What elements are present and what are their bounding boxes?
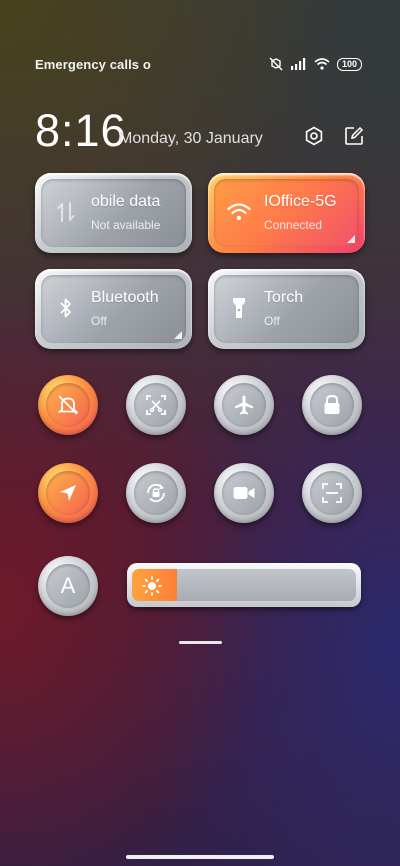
vibrate-off-icon [269,57,283,71]
tile-title: Bluetooth [91,289,159,306]
torch-icon [226,295,252,321]
video-camera-icon [233,487,255,499]
brightness-slider[interactable] [127,563,361,607]
tile-title: obile data [91,193,161,210]
bluetooth-icon [53,295,79,321]
tile-torch[interactable]: Torch Off [208,269,365,349]
wifi-status-icon [314,58,330,70]
toggle-location[interactable] [38,463,98,523]
clock-time: 8:16 [35,105,127,156]
home-indicator[interactable] [126,855,274,859]
panel-drag-handle[interactable] [179,641,222,644]
carrier-text: Emergency calls o [35,56,151,72]
tile-wifi[interactable]: IOffice-5G Connected [208,173,365,253]
airplane-icon [235,395,253,415]
location-icon [60,485,76,501]
sun-icon [142,576,162,596]
tile-title: IOffice-5G [264,193,337,210]
settings-hexagon-icon [305,126,323,146]
toggle-lock-screen[interactable] [302,375,362,435]
brightness-track[interactable] [132,569,356,601]
tile-subtitle: Off [91,314,107,328]
tile-subtitle: Off [264,314,280,328]
expand-corner-icon [347,235,355,243]
toggle-screenshot[interactable] [126,375,186,435]
battery-indicator: 100 [336,57,362,71]
scanner-icon [322,483,342,503]
tile-subtitle: Connected [264,218,323,232]
clock-row: 8:16 Monday, 30 January [35,105,365,156]
wifi-icon [226,199,252,225]
settings-button[interactable] [303,125,325,147]
auto-brightness-label: A [60,573,76,598]
silent-mode-icon [57,395,79,415]
edit-icon [345,126,364,145]
mobile-data-icon [53,199,79,225]
toggle-rotation-lock[interactable] [126,463,186,523]
expand-corner-icon [174,331,182,339]
status-bar: Emergency calls o 100 [35,55,362,73]
rotation-lock-icon [147,483,165,503]
tile-subtitle: Not available [91,218,161,232]
clock-date: Monday, 30 January [119,130,263,147]
screenshot-icon [146,395,166,415]
status-icons: 100 [268,57,362,71]
lock-icon [324,394,340,414]
tile-mobile-data[interactable]: obile data Not available [35,173,192,253]
signal-icon [290,58,306,70]
header-actions [303,125,365,147]
edit-button[interactable] [343,125,365,147]
tile-bluetooth[interactable]: Bluetooth Off [35,269,192,349]
toggle-scanner[interactable] [302,463,362,523]
toggle-airplane[interactable] [214,375,274,435]
auto-brightness-button[interactable]: A [38,556,98,616]
toggle-silent-mode[interactable] [38,375,98,435]
toggle-screen-recorder[interactable] [214,463,274,523]
tile-title: Torch [264,289,304,306]
